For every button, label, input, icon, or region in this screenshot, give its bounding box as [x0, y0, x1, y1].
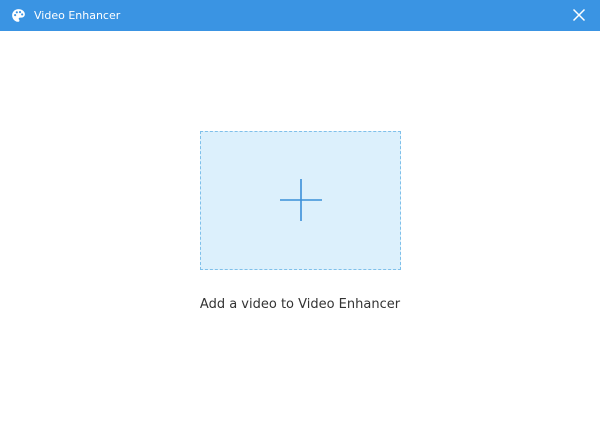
video-enhancer-window: Video Enhancer Add a video to Video Enha…: [0, 0, 600, 426]
palette-icon: [12, 9, 25, 22]
plus-icon: [280, 179, 322, 221]
add-video-drop-zone[interactable]: [200, 131, 401, 270]
window-title: Video Enhancer: [34, 9, 121, 22]
title-bar: Video Enhancer: [0, 0, 600, 31]
add-video-hint: Add a video to Video Enhancer: [199, 297, 401, 312]
close-icon[interactable]: [568, 4, 590, 26]
